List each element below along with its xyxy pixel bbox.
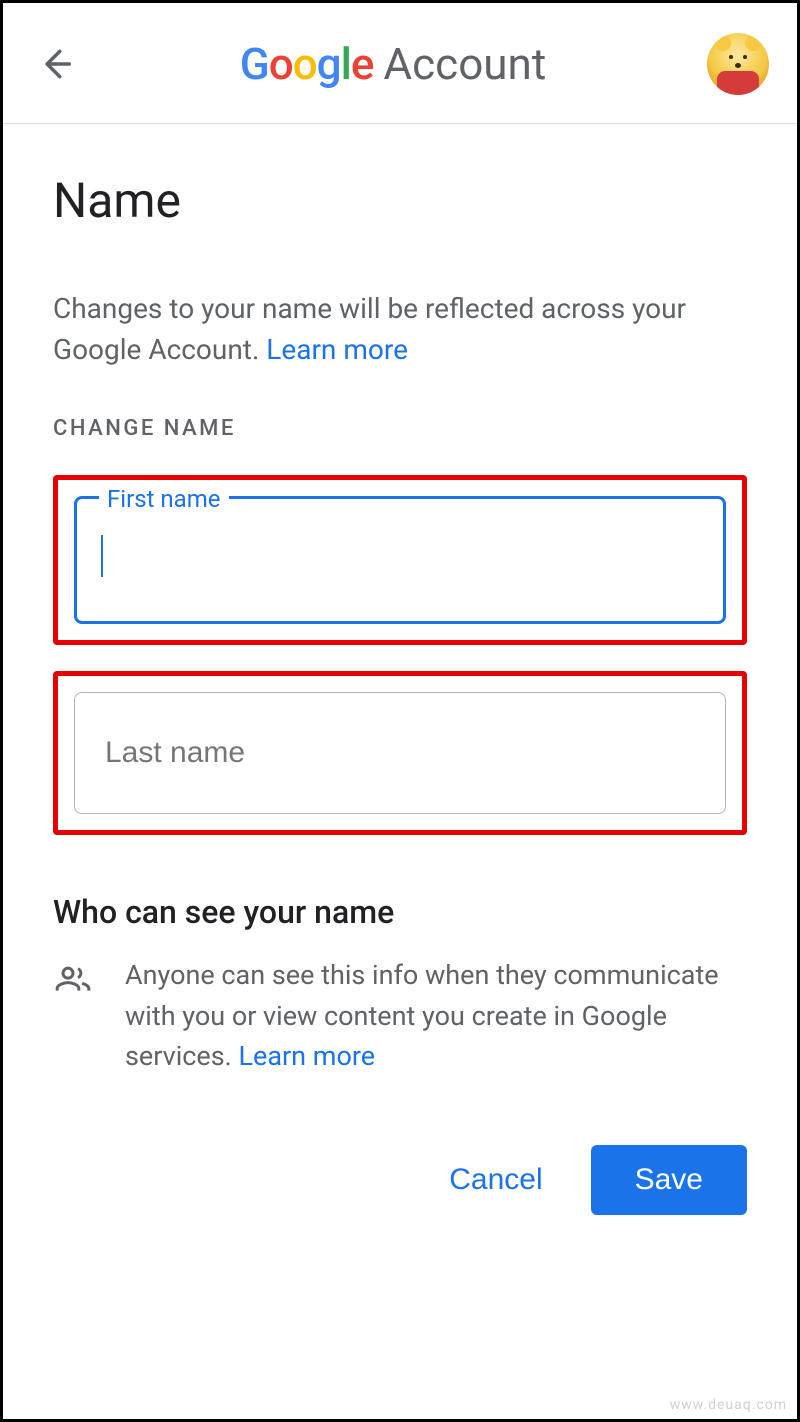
page-description: Changes to your name will be reflected a… xyxy=(53,289,747,370)
learn-more-link[interactable]: Learn more xyxy=(266,333,408,366)
visibility-body: Anyone can see this info when they com­m… xyxy=(125,959,719,1072)
back-button[interactable] xyxy=(31,40,79,88)
header-title: Google Account xyxy=(79,38,707,90)
action-row: Cancel Save xyxy=(53,1145,747,1215)
section-label-change-name: CHANGE NAME xyxy=(53,416,747,441)
visibility-learn-more-link[interactable]: Learn more xyxy=(238,1040,375,1072)
people-icon xyxy=(53,955,95,1077)
first-name-label: First name xyxy=(99,485,229,513)
visibility-heading: Who can see your name xyxy=(53,893,747,931)
cancel-button[interactable]: Cancel xyxy=(437,1149,554,1211)
header-product-name: Account xyxy=(383,38,546,90)
visibility-row: Anyone can see this info when they com­m… xyxy=(53,955,747,1077)
watermark: www.deuaq.com xyxy=(670,1397,787,1413)
google-logo: Google xyxy=(240,38,374,90)
visibility-text: Anyone can see this info when they com­m… xyxy=(125,955,747,1077)
highlight-first-name: First name xyxy=(53,475,747,645)
page-title: Name xyxy=(53,172,747,229)
profile-avatar[interactable] xyxy=(707,33,769,95)
text-caret xyxy=(101,535,103,577)
last-name-field[interactable] xyxy=(74,692,726,814)
app-header: Google Account xyxy=(3,3,797,124)
save-button[interactable]: Save xyxy=(591,1145,747,1215)
last-name-input[interactable] xyxy=(105,736,695,770)
arrow-left-icon xyxy=(36,45,74,83)
highlight-last-name xyxy=(53,671,747,835)
first-name-field[interactable]: First name xyxy=(74,496,726,624)
